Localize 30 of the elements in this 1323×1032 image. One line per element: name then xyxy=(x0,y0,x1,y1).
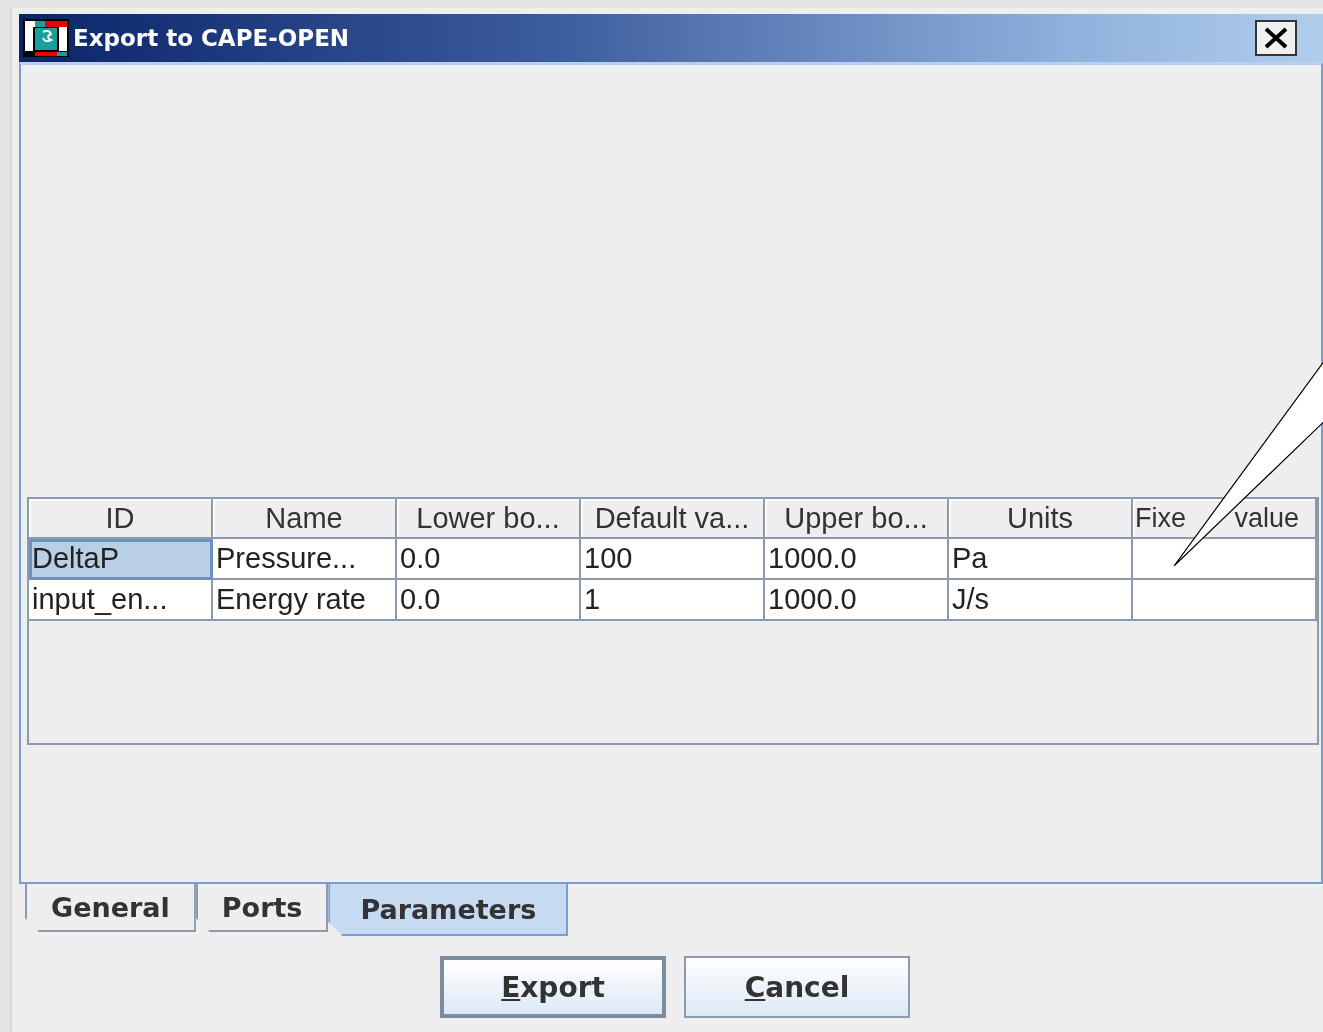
table-cell[interactable]: 0.0 xyxy=(397,539,581,580)
table-cell[interactable]: 100 xyxy=(581,539,765,580)
column-header[interactable]: Lower bo... xyxy=(397,499,581,539)
column-header[interactable]: ID xyxy=(29,499,213,539)
column-header[interactable]: Name xyxy=(213,499,397,539)
window-title: Export to CAPE-OPEN xyxy=(73,25,350,51)
close-button[interactable] xyxy=(1255,20,1297,56)
table-cell[interactable]: J/s xyxy=(949,580,1133,621)
tab[interactable]: Parameters xyxy=(328,884,569,936)
table-cell[interactable]: 1000.0 xyxy=(765,539,949,580)
table-cell[interactable]: Energy rate xyxy=(213,580,397,621)
column-header[interactable]: Upper bo... xyxy=(765,499,949,539)
table-cell[interactable]: DeltaP xyxy=(29,539,213,580)
column-header[interactable]: Default va... xyxy=(581,499,765,539)
tab[interactable]: General xyxy=(25,884,196,932)
table-cell[interactable]: 1 xyxy=(581,580,765,621)
table-cell[interactable]: Pressure... xyxy=(213,539,397,580)
column-header[interactable]: Units xyxy=(949,499,1133,539)
table-cell[interactable]: input_en... xyxy=(29,580,213,621)
table-cell[interactable]: Pa xyxy=(949,539,1133,580)
cancel-button[interactable]: Cancel xyxy=(684,956,910,1018)
tab[interactable]: Ports xyxy=(195,884,329,932)
app-logo-icon xyxy=(23,19,69,57)
table-cell[interactable] xyxy=(1133,580,1317,621)
column-header[interactable]: Fixe value xyxy=(1133,499,1317,539)
table-cell[interactable]: 0.0 xyxy=(397,580,581,621)
export-button[interactable]: Export xyxy=(440,956,666,1018)
close-icon xyxy=(1264,27,1288,49)
table-cell[interactable] xyxy=(1133,539,1317,580)
table-cell[interactable]: 1000.0 xyxy=(765,580,949,621)
